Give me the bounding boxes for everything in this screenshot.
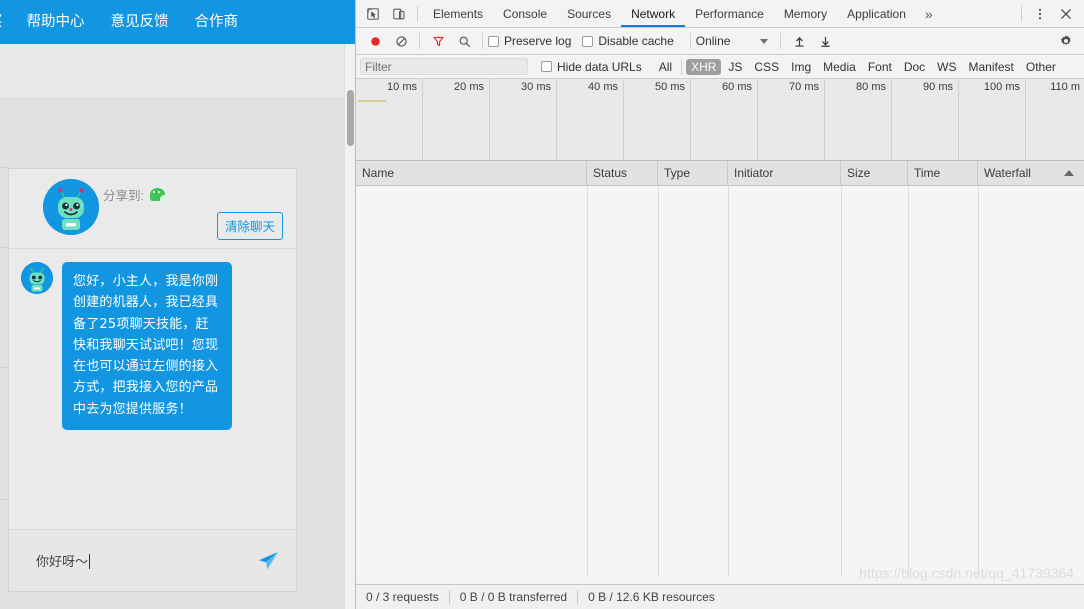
network-overview-timeline[interactable]: 10 ms 20 ms 30 ms 40 ms 50 ms 60 ms 70 m… xyxy=(356,79,1084,161)
devtools-tabbar: Elements Console Sources Network Perform… xyxy=(356,0,1084,28)
tab-console[interactable]: Console xyxy=(493,0,557,27)
filter-type-doc[interactable]: Doc xyxy=(899,59,930,75)
filter-type-font[interactable]: Font xyxy=(863,59,897,75)
devtools-panel: Elements Console Sources Network Perform… xyxy=(355,0,1084,609)
overview-tick-8: 90 ms xyxy=(923,81,953,93)
filter-type-css[interactable]: CSS xyxy=(749,59,784,75)
overview-tick-9: 100 ms xyxy=(983,81,1020,93)
wechat-icon[interactable] xyxy=(149,188,169,203)
column-header-status[interactable]: Status xyxy=(587,161,658,185)
hide-data-urls-checkbox[interactable]: Hide data URLs xyxy=(541,60,642,74)
column-header-name[interactable]: Name xyxy=(356,161,587,185)
overview-tick-6: 70 ms xyxy=(789,81,819,93)
disable-cache-checkbox-box[interactable] xyxy=(582,35,594,47)
overview-tick-5: 60 ms xyxy=(722,81,752,93)
chat-bubble-text: 您好，小主人，我是你刚创建的机器人，我已经具备了25项聊天技能，赶快和我聊天试试… xyxy=(62,262,232,431)
close-icon[interactable] xyxy=(1053,1,1079,27)
tab-performance[interactable]: Performance xyxy=(685,0,774,27)
filter-input[interactable]: Filter xyxy=(360,58,528,75)
chat-message-list[interactable]: 您好，小主人，我是你刚创建的机器人，我已经具备了25项聊天技能，赶快和我聊天试试… xyxy=(9,250,296,530)
filter-type-img[interactable]: Img xyxy=(786,59,816,75)
network-filter-bar: Filter Hide data URLs All XHR JS CSS Img… xyxy=(356,55,1084,79)
clear-network-log-icon[interactable] xyxy=(388,28,414,54)
tab-sources[interactable]: Sources xyxy=(557,0,621,27)
network-status-bar: 0 / 3 requests 0 B / 0 B transferred 0 B… xyxy=(356,584,1084,609)
network-table-header: Name Status Type Initiator Size Time Wat… xyxy=(356,161,1084,186)
nav-item-help-center[interactable]: 帮助中心 xyxy=(27,0,85,44)
toggle-device-toolbar-icon[interactable] xyxy=(386,1,412,27)
overview-tick-7: 80 ms xyxy=(856,81,886,93)
status-resources: 0 B / 12.6 KB resources xyxy=(588,590,715,604)
sort-ascending-icon[interactable] xyxy=(1064,170,1074,176)
nav-item-partner[interactable]: 合作商 xyxy=(195,0,239,44)
robot-avatar-small-icon xyxy=(21,262,53,294)
chevron-down-icon[interactable] xyxy=(760,38,769,44)
column-header-initiator[interactable]: Initiator xyxy=(728,161,841,185)
chat-message-bot: 您好，小主人，我是你刚创建的机器人，我已经具备了25项聊天技能，赶快和我聊天试试… xyxy=(21,262,232,431)
gear-icon[interactable] xyxy=(1053,28,1079,54)
status-requests: 0 / 3 requests xyxy=(366,590,439,604)
chat-widget: 分享到: 清除聊天 您好，小主人，我是你刚创建的机器人，我已经具备了25项聊天技… xyxy=(8,168,297,592)
network-toolbar: Preserve log Disable cache Online xyxy=(356,28,1084,55)
hide-data-urls-checkbox-box[interactable] xyxy=(541,61,552,72)
inspect-element-icon[interactable] xyxy=(360,1,386,27)
status-transferred: 0 B / 0 B transferred xyxy=(459,590,568,604)
filter-type-all[interactable]: All xyxy=(654,59,677,75)
export-har-icon[interactable] xyxy=(812,28,838,54)
nav-item-0[interactable]: 买 xyxy=(0,0,3,44)
overview-tick-10: 110 m xyxy=(1050,81,1080,93)
send-paper-plane-icon[interactable] xyxy=(256,549,280,573)
search-icon[interactable] xyxy=(451,28,477,54)
screenshot-root: 买 帮助中心 意见反馈 合作商 xyxy=(0,0,1084,609)
page-scrollbar[interactable] xyxy=(344,44,355,609)
filter-type-xhr[interactable]: XHR xyxy=(686,58,722,75)
share-to-row: 分享到: xyxy=(103,185,169,204)
more-tabs-button[interactable]: » xyxy=(916,6,942,22)
chat-input-value: 你好呀〜 xyxy=(36,555,89,570)
chat-widget-header: 分享到: 清除聊天 xyxy=(9,169,296,249)
chat-input-field[interactable]: 你好呀〜 xyxy=(36,551,91,570)
text-caret xyxy=(89,554,91,569)
web-page-viewport: 买 帮助中心 意见反馈 合作商 xyxy=(0,0,355,609)
filter-type-ws[interactable]: WS xyxy=(932,59,961,75)
filter-type-media[interactable]: Media xyxy=(818,59,861,75)
throttling-select-value[interactable]: Online xyxy=(696,34,731,48)
overview-tick-4: 50 ms xyxy=(655,81,685,93)
chat-input-area: 你好呀〜 xyxy=(9,529,296,591)
filter-funnel-icon[interactable] xyxy=(425,28,451,54)
preserve-log-checkbox-box[interactable] xyxy=(488,35,499,47)
nav-item-feedback[interactable]: 意见反馈 xyxy=(111,0,169,44)
page-band-top xyxy=(0,44,355,97)
tab-application[interactable]: Application xyxy=(837,0,916,27)
network-request-list[interactable] xyxy=(356,186,1084,576)
clear-chat-button[interactable]: 清除聊天 xyxy=(216,212,283,240)
tab-memory[interactable]: Memory xyxy=(774,0,837,27)
site-top-navigation: 买 帮助中心 意见反馈 合作商 xyxy=(0,0,355,44)
left-rail xyxy=(0,97,8,609)
robot-avatar-icon xyxy=(43,179,99,235)
record-button-icon[interactable] xyxy=(362,28,388,54)
column-header-size[interactable]: Size xyxy=(841,161,908,185)
filter-type-js[interactable]: JS xyxy=(723,59,747,75)
hide-data-urls-label: Hide data URLs xyxy=(557,59,642,74)
overview-tick-2: 30 ms xyxy=(521,81,551,93)
kebab-menu-icon[interactable] xyxy=(1027,1,1053,27)
disable-cache-checkbox[interactable]: Disable cache xyxy=(582,34,674,48)
import-har-icon[interactable] xyxy=(786,28,812,54)
preserve-log-checkbox[interactable]: Preserve log xyxy=(488,34,571,48)
column-header-type[interactable]: Type xyxy=(658,161,728,185)
filter-type-other[interactable]: Other xyxy=(1021,59,1061,75)
share-to-label: 分享到: xyxy=(103,189,144,203)
overview-tick-0: 10 ms xyxy=(387,81,417,93)
page-body: 分享到: 清除聊天 您好，小主人，我是你刚创建的机器人，我已经具备了25项聊天技… xyxy=(0,44,355,609)
column-header-time[interactable]: Time xyxy=(908,161,978,185)
preserve-log-label: Preserve log xyxy=(504,34,572,48)
page-scrollbar-thumb[interactable] xyxy=(347,90,354,146)
disable-cache-label: Disable cache xyxy=(598,34,674,48)
tab-network[interactable]: Network xyxy=(621,0,685,27)
filter-type-manifest[interactable]: Manifest xyxy=(964,59,1019,75)
overview-tick-1: 20 ms xyxy=(454,81,484,93)
tab-elements[interactable]: Elements xyxy=(423,0,493,27)
overview-tick-3: 40 ms xyxy=(588,81,618,93)
